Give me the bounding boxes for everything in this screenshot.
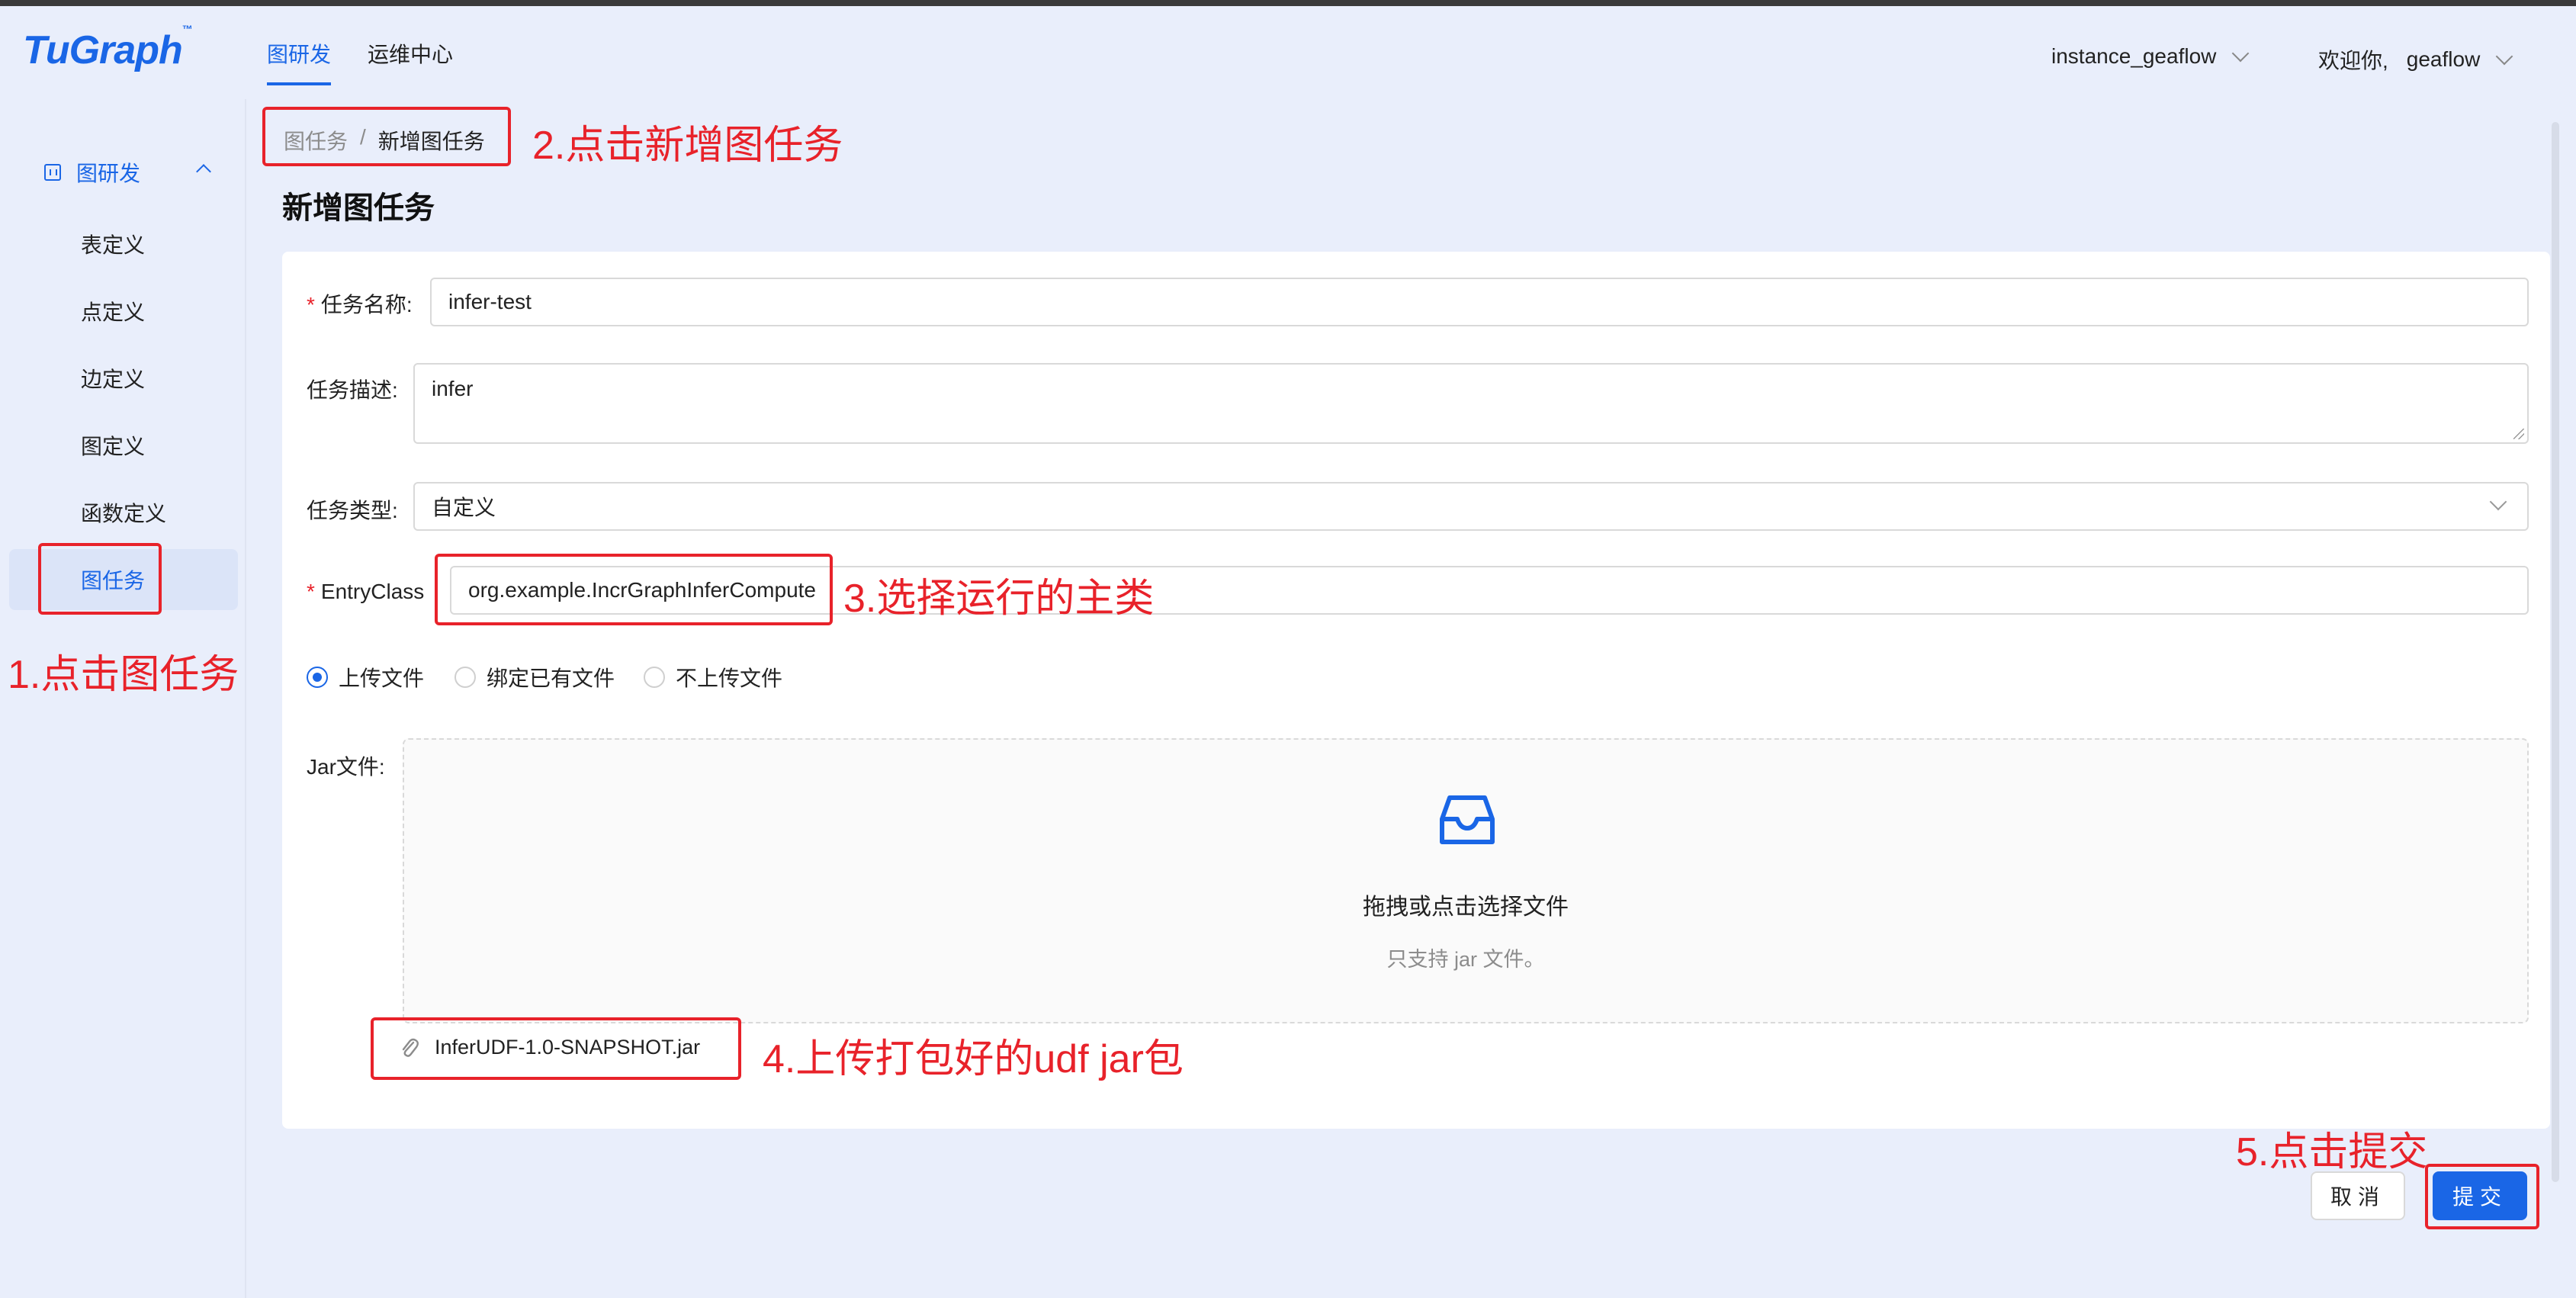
nav-tab-active-indicator bbox=[267, 82, 331, 85]
welcome-text: 欢迎你, bbox=[2318, 49, 2388, 72]
radio-button[interactable] bbox=[644, 667, 665, 688]
instance-selector[interactable]: instance_geaflow bbox=[2051, 44, 2250, 69]
sidebar-item-graph-def[interactable]: 图定义 bbox=[81, 430, 145, 461]
graph-dev-icon bbox=[44, 164, 61, 181]
sidebar-item-vertex-def[interactable]: 点定义 bbox=[81, 296, 145, 326]
sidebar-item-edge-def[interactable]: 边定义 bbox=[81, 363, 145, 394]
annotation-box-breadcrumb bbox=[262, 107, 511, 166]
annotation-box-entry-class bbox=[435, 554, 833, 625]
chevron-down-icon bbox=[2232, 44, 2250, 63]
chevron-down-icon bbox=[2495, 47, 2513, 66]
radio-no-upload[interactable]: 不上传文件 bbox=[644, 662, 782, 692]
inbox-icon bbox=[1440, 795, 1495, 844]
annotation-box-submit bbox=[2425, 1164, 2539, 1229]
sidebar-item-table-def[interactable]: 表定义 bbox=[81, 229, 145, 259]
task-type-label: 任务类型: bbox=[307, 499, 398, 522]
radio-upload-file[interactable]: 上传文件 bbox=[307, 662, 424, 692]
scrollbar[interactable] bbox=[2552, 122, 2559, 1182]
annotation-step5: 5.点击提交 bbox=[2236, 1130, 2428, 1174]
user-name: geaflow bbox=[2406, 47, 2481, 71]
task-type-select[interactable]: 自定义 bbox=[413, 482, 2529, 531]
task-type-value: 自定义 bbox=[432, 496, 496, 519]
radio-button[interactable] bbox=[454, 667, 476, 688]
radio-bind-existing-file[interactable]: 绑定已有文件 bbox=[454, 662, 615, 692]
page-title: 新增图任务 bbox=[282, 191, 435, 225]
resize-handle-icon[interactable] bbox=[2513, 429, 2524, 439]
file-dropzone[interactable]: 拖拽或点击选择文件 只支持 jar 文件。 bbox=[403, 738, 2529, 1023]
task-desc-label: 任务描述: bbox=[307, 378, 398, 402]
task-name-input[interactable]: infer-test bbox=[430, 278, 2529, 326]
jar-file-label: Jar文件: bbox=[307, 755, 385, 779]
instance-name: instance_geaflow bbox=[2051, 44, 2217, 68]
annotation-step3: 3.选择运行的主类 bbox=[843, 577, 1155, 621]
annotation-box-graph-task bbox=[38, 543, 162, 615]
dropzone-title: 拖拽或点击选择文件 bbox=[1363, 895, 1569, 920]
task-desc-textarea[interactable]: infer bbox=[413, 363, 2529, 444]
radio-label: 绑定已有文件 bbox=[487, 667, 615, 690]
window-top-edge bbox=[0, 0, 2576, 6]
sidebar-divider bbox=[245, 99, 246, 1298]
task-name-label: * 任务名称: bbox=[307, 293, 413, 316]
nav-tab-ops-center[interactable]: 运维中心 bbox=[368, 38, 453, 69]
annotation-step4: 4.上传打包好的udf jar包 bbox=[763, 1037, 1184, 1081]
cancel-button[interactable]: 取消 bbox=[2311, 1171, 2405, 1220]
sidebar-group-label: 图研发 bbox=[76, 162, 141, 185]
annotation-step1: 1.点击图任务 bbox=[8, 653, 239, 697]
radio-label: 上传文件 bbox=[339, 667, 425, 690]
user-menu[interactable]: 欢迎你, geaflow bbox=[2318, 44, 2513, 75]
nav-tab-graph-dev[interactable]: 图研发 bbox=[267, 38, 331, 69]
radio-button[interactable] bbox=[307, 667, 328, 688]
radio-label: 不上传文件 bbox=[676, 667, 783, 690]
task-desc-value: infer bbox=[432, 377, 474, 400]
tugraph-logo[interactable]: TuGraph™ bbox=[23, 23, 193, 73]
dropzone-hint: 只支持 jar 文件。 bbox=[1386, 948, 1545, 971]
sidebar-item-function-def[interactable]: 函数定义 bbox=[81, 497, 166, 528]
chevron-down-icon bbox=[2489, 493, 2507, 511]
annotation-box-uploaded-file bbox=[371, 1017, 741, 1080]
sidebar-group-graph-dev[interactable]: 图研发 bbox=[44, 157, 140, 188]
annotation-step2: 2.点击新增图任务 bbox=[532, 124, 843, 168]
entry-class-label: * EntryClass bbox=[307, 580, 425, 603]
